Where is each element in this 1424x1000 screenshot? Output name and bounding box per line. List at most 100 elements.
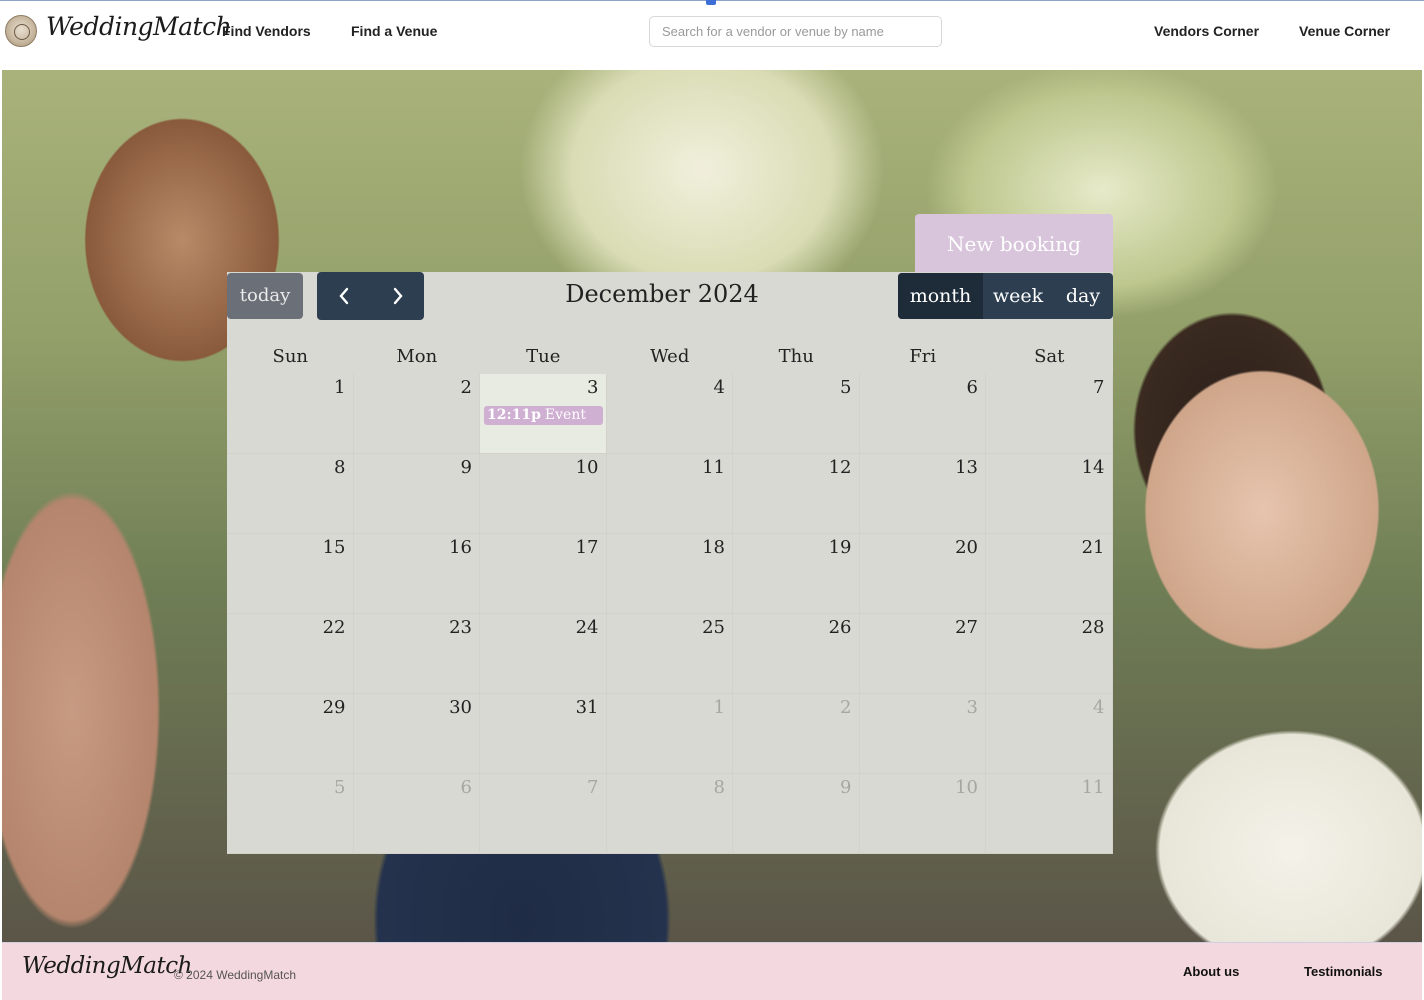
today-button[interactable]: today xyxy=(227,273,303,319)
day-number[interactable]: 4 xyxy=(714,377,725,398)
calendar-day-cell[interactable]: 4 xyxy=(606,374,733,454)
day-number[interactable]: 30 xyxy=(449,697,472,718)
nav-vendors-corner[interactable]: Vendors Corner xyxy=(1154,23,1259,39)
day-number[interactable]: 1 xyxy=(714,697,725,718)
calendar-day-cell[interactable]: 23 xyxy=(353,614,480,694)
calendar-day-cell[interactable]: 24 xyxy=(480,614,607,694)
calendar-day-cell[interactable]: 11 xyxy=(606,454,733,534)
day-number[interactable]: 6 xyxy=(967,377,978,398)
calendar-day-cell[interactable]: 18 xyxy=(606,534,733,614)
footer-testimonials-link[interactable]: Testimonials xyxy=(1304,964,1383,979)
calendar-day-cell[interactable]: 17 xyxy=(480,534,607,614)
calendar-day-cell[interactable]: 25 xyxy=(606,614,733,694)
day-number[interactable]: 3 xyxy=(587,377,598,398)
day-number[interactable]: 31 xyxy=(576,697,599,718)
calendar-day-cell[interactable]: 26 xyxy=(733,614,860,694)
day-number[interactable]: 15 xyxy=(323,537,346,558)
calendar-day-cell[interactable]: 4 xyxy=(986,694,1113,774)
calendar-event[interactable]: 12:11p Event xyxy=(484,406,603,425)
calendar-day-cell[interactable]: 22 xyxy=(227,614,354,694)
day-number[interactable]: 9 xyxy=(461,457,472,478)
calendar-day-cell[interactable]: 3 12:11p Event xyxy=(480,374,607,454)
day-number[interactable]: 27 xyxy=(955,617,978,638)
day-number[interactable]: 7 xyxy=(587,777,598,798)
day-number[interactable]: 28 xyxy=(1082,617,1105,638)
calendar-day-cell[interactable]: 9 xyxy=(353,454,480,534)
calendar-day-cell[interactable]: 16 xyxy=(353,534,480,614)
calendar-day-cell[interactable]: 21 xyxy=(986,534,1113,614)
new-booking-button[interactable]: New booking xyxy=(915,214,1113,274)
calendar-day-cell[interactable]: 14 xyxy=(986,454,1113,534)
nav-find-vendors[interactable]: Find Vendors xyxy=(222,23,311,39)
calendar-day-cell[interactable]: 30 xyxy=(353,694,480,774)
day-number[interactable]: 10 xyxy=(576,457,599,478)
day-number[interactable]: 17 xyxy=(576,537,599,558)
prev-month-button[interactable] xyxy=(317,272,370,320)
day-number[interactable]: 9 xyxy=(840,777,851,798)
calendar-day-cell[interactable]: 6 xyxy=(353,774,480,854)
calendar-day-cell[interactable]: 7 xyxy=(986,374,1113,454)
calendar-day-cell[interactable]: 9 xyxy=(733,774,860,854)
calendar-day-cell[interactable]: 19 xyxy=(733,534,860,614)
day-number[interactable]: 14 xyxy=(1082,457,1105,478)
calendar-day-cell[interactable]: 13 xyxy=(859,454,986,534)
calendar-day-cell[interactable]: 20 xyxy=(859,534,986,614)
calendar-day-cell[interactable]: 8 xyxy=(227,454,354,534)
day-number[interactable]: 7 xyxy=(1093,377,1104,398)
day-number[interactable]: 5 xyxy=(840,377,851,398)
calendar-day-cell[interactable]: 15 xyxy=(227,534,354,614)
day-number[interactable]: 10 xyxy=(955,777,978,798)
day-number[interactable]: 13 xyxy=(955,457,978,478)
day-number[interactable]: 2 xyxy=(461,377,472,398)
calendar-day-cell[interactable]: 10 xyxy=(480,454,607,534)
calendar-day-cell[interactable]: 2 xyxy=(733,694,860,774)
footer-logo[interactable]: WeddingMatch xyxy=(22,953,192,979)
calendar-day-cell[interactable]: 6 xyxy=(859,374,986,454)
calendar-day-cell[interactable]: 5 xyxy=(227,774,354,854)
calendar-day-cell[interactable]: 11 xyxy=(986,774,1113,854)
logo-badge-icon[interactable] xyxy=(5,15,37,47)
day-number[interactable]: 2 xyxy=(840,697,851,718)
day-number[interactable]: 29 xyxy=(323,697,346,718)
day-number[interactable]: 21 xyxy=(1082,537,1105,558)
calendar-day-cell[interactable]: 1 xyxy=(227,374,354,454)
calendar-day-cell[interactable]: 27 xyxy=(859,614,986,694)
day-number[interactable]: 18 xyxy=(702,537,725,558)
calendar-day-cell[interactable]: 8 xyxy=(606,774,733,854)
calendar-day-cell[interactable]: 7 xyxy=(480,774,607,854)
day-number[interactable]: 4 xyxy=(1093,697,1104,718)
day-number[interactable]: 11 xyxy=(1082,777,1105,798)
calendar-day-cell[interactable]: 1 xyxy=(606,694,733,774)
calendar-day-cell[interactable]: 28 xyxy=(986,614,1113,694)
nav-find-a-venue[interactable]: Find a Venue xyxy=(351,23,437,39)
nav-venue-corner[interactable]: Venue Corner xyxy=(1299,23,1390,39)
day-number[interactable]: 1 xyxy=(334,377,345,398)
day-number[interactable]: 19 xyxy=(829,537,852,558)
view-day-button[interactable]: day xyxy=(1053,273,1113,319)
site-logo[interactable]: WeddingMatch xyxy=(46,12,232,41)
day-number[interactable]: 22 xyxy=(323,617,346,638)
day-number[interactable]: 8 xyxy=(714,777,725,798)
calendar-day-cell[interactable]: 29 xyxy=(227,694,354,774)
calendar-day-cell[interactable]: 12 xyxy=(733,454,860,534)
day-number[interactable]: 3 xyxy=(967,697,978,718)
day-number[interactable]: 24 xyxy=(576,617,599,638)
day-number[interactable]: 25 xyxy=(702,617,725,638)
day-number[interactable]: 20 xyxy=(955,537,978,558)
calendar-day-cell[interactable]: 10 xyxy=(859,774,986,854)
calendar-day-cell[interactable]: 2 xyxy=(353,374,480,454)
footer-about-us-link[interactable]: About us xyxy=(1183,964,1239,979)
day-number[interactable]: 11 xyxy=(702,457,725,478)
day-number[interactable]: 12 xyxy=(829,457,852,478)
day-number[interactable]: 5 xyxy=(334,777,345,798)
day-number[interactable]: 6 xyxy=(461,777,472,798)
view-month-button[interactable]: month xyxy=(898,273,983,319)
view-week-button[interactable]: week xyxy=(983,273,1053,319)
calendar-day-cell[interactable]: 3 xyxy=(859,694,986,774)
calendar-day-cell[interactable]: 5 xyxy=(733,374,860,454)
day-number[interactable]: 26 xyxy=(829,617,852,638)
day-number[interactable]: 16 xyxy=(449,537,472,558)
search-input[interactable] xyxy=(649,16,942,47)
calendar-day-cell[interactable]: 31 xyxy=(480,694,607,774)
day-number[interactable]: 8 xyxy=(334,457,345,478)
